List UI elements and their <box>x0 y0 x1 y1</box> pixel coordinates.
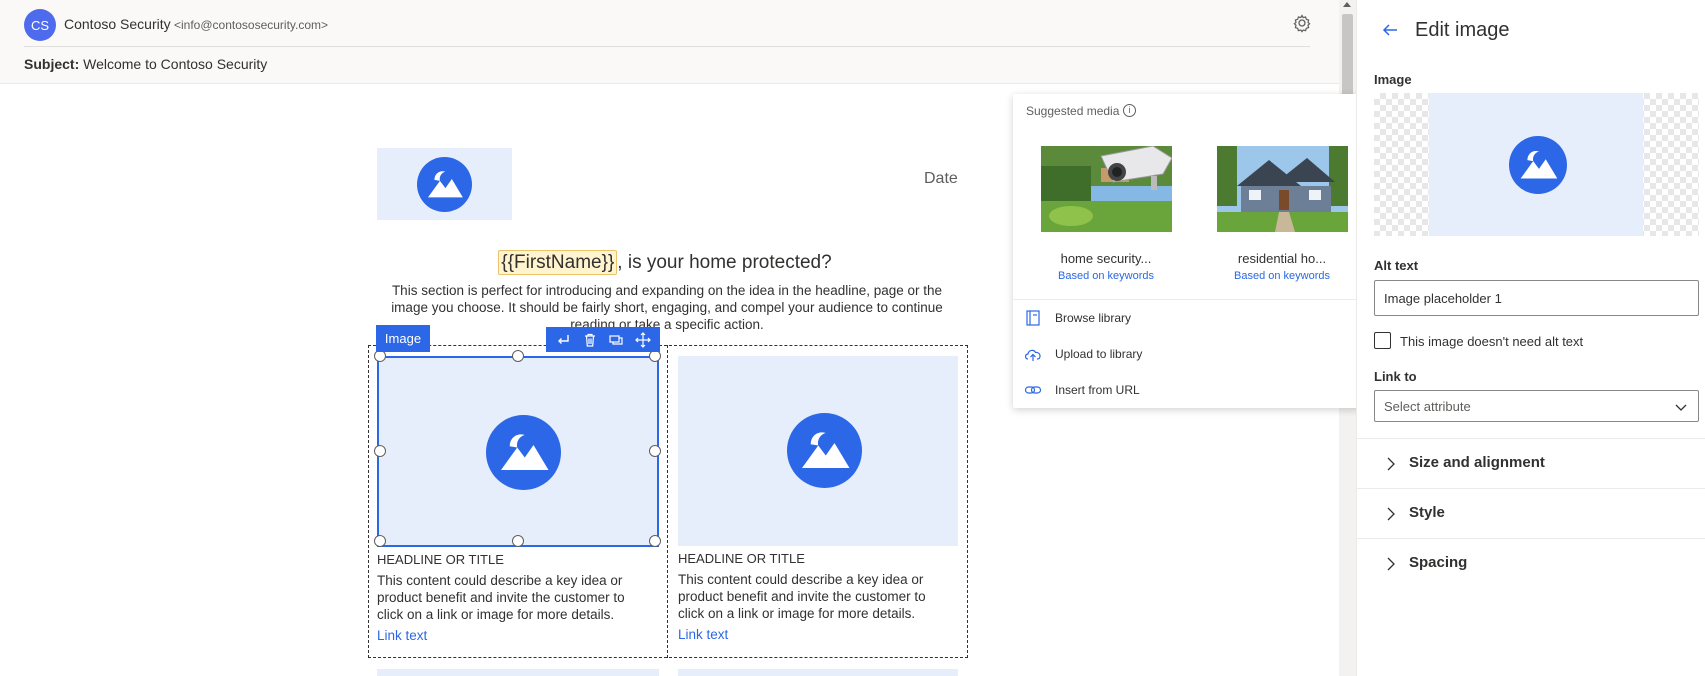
subject-label: Subject: <box>24 56 80 72</box>
email-header: CS Contoso Security <info@contososecurit… <box>0 0 1339 84</box>
panel-title: Edit image <box>1415 19 1510 41</box>
section-spacing[interactable]: Spacing <box>1357 538 1705 588</box>
image-preview-placeholder <box>1429 93 1643 236</box>
gear-icon[interactable] <box>1292 13 1312 33</box>
media-sub-1: Based on keywords <box>1058 270 1154 282</box>
edit-image-panel: Edit image Image Alt text This image doe… <box>1356 0 1705 676</box>
firstname-token[interactable]: {{FirstName}} <box>498 250 618 275</box>
insert-url-action[interactable]: Insert from URL <box>1023 379 1140 401</box>
scroll-up-arrow-icon[interactable] <box>1343 2 1351 7</box>
media-divider <box>1013 299 1372 300</box>
suggested-media-title: Suggested media <box>1026 104 1120 118</box>
media-thumb-house[interactable] <box>1217 146 1348 232</box>
back-arrow-icon[interactable] <box>1381 21 1399 39</box>
browse-library-action[interactable]: Browse library <box>1023 307 1131 329</box>
column-1-body[interactable]: This content could describe a key idea o… <box>377 572 647 623</box>
link-to-label: Link to <box>1374 369 1417 384</box>
link-to-placeholder: Select attribute <box>1384 398 1471 414</box>
image-placeholder-icon <box>787 413 862 488</box>
resize-handle-bottom-right[interactable] <box>649 535 661 547</box>
move-icon[interactable] <box>633 330 653 350</box>
email-designer: CS Contoso Security <info@contososecurit… <box>0 0 1705 676</box>
suggested-media-popup: Suggested media i home security... Based… <box>1013 94 1372 408</box>
delete-icon[interactable] <box>580 330 600 350</box>
image-placeholder-icon <box>486 415 561 490</box>
chevron-right-icon <box>1385 507 1397 521</box>
date-text: Date <box>924 170 958 187</box>
email-headline[interactable]: {{FirstName}}, is your home protected? <box>450 250 880 275</box>
image-placeholder-icon <box>1509 136 1567 194</box>
no-alt-text-checkbox[interactable] <box>1374 332 1391 349</box>
column-1-image[interactable] <box>377 356 659 547</box>
media-caption-1: home security... <box>1060 251 1152 266</box>
resize-handle-bottom[interactable] <box>512 535 524 547</box>
info-icon[interactable]: i <box>1123 104 1136 117</box>
image-placeholder-icon <box>417 157 472 212</box>
resize-handle-bottom-left[interactable] <box>374 535 386 547</box>
intro-paragraph[interactable]: This section is perfect for introducing … <box>377 282 957 333</box>
sender-email: <info@contososecurity.com> <box>174 18 329 32</box>
link-to-select[interactable]: Select attribute <box>1374 390 1699 422</box>
column-1-title[interactable]: HEADLINE OR TITLE <box>377 552 504 567</box>
image-toolbar <box>546 327 660 352</box>
cloud-upload-icon <box>1024 349 1041 361</box>
chevron-right-icon <box>1385 457 1397 471</box>
duplicate-icon[interactable] <box>606 330 626 350</box>
header-divider <box>24 46 1310 47</box>
resize-handle-right[interactable] <box>649 445 661 457</box>
no-alt-text-label: This image doesn't need alt text <box>1400 334 1584 349</box>
alt-text-input[interactable] <box>1374 280 1699 316</box>
library-icon <box>1026 310 1040 326</box>
headline-text: , is your home protected? <box>617 252 832 273</box>
insert-url-label: Insert from URL <box>1055 383 1140 397</box>
upload-library-label: Upload to library <box>1055 347 1143 361</box>
section-size-alignment-label: Size and alignment <box>1409 454 1545 471</box>
resize-handle-left[interactable] <box>374 445 386 457</box>
column-2-body[interactable]: This content could describe a key idea o… <box>678 571 948 622</box>
chevron-right-icon <box>1385 557 1397 571</box>
browse-library-label: Browse library <box>1055 311 1132 325</box>
section-spacing-label: Spacing <box>1409 554 1468 571</box>
resize-handle-top[interactable] <box>512 350 524 362</box>
media-sub-2: Based on keywords <box>1234 270 1330 282</box>
column-2-link[interactable]: Link text <box>678 627 728 642</box>
section-size-alignment[interactable]: Size and alignment <box>1357 438 1705 488</box>
link-icon <box>1024 386 1042 394</box>
column-divider <box>667 345 668 658</box>
chevron-down-icon <box>1674 400 1688 414</box>
logo-placeholder[interactable] <box>377 148 512 220</box>
sender-name: Contoso Security <box>64 16 171 32</box>
next-row-image-2[interactable] <box>678 669 958 676</box>
enter-icon[interactable] <box>553 330 573 350</box>
subject-line: Subject: Welcome to Contoso Security <box>24 56 267 72</box>
next-row-image-1[interactable] <box>377 669 659 676</box>
section-style[interactable]: Style <box>1357 488 1705 538</box>
avatar: CS <box>24 9 56 41</box>
upload-library-action[interactable]: Upload to library <box>1023 343 1142 365</box>
column-1-link[interactable]: Link text <box>377 628 427 643</box>
image-section-label: Image <box>1374 72 1412 87</box>
image-preview[interactable] <box>1374 93 1699 236</box>
column-2-title[interactable]: HEADLINE OR TITLE <box>678 551 805 566</box>
media-thumb-security-camera[interactable] <box>1041 146 1172 232</box>
subject-text: Welcome to Contoso Security <box>83 56 268 72</box>
column-2-image[interactable] <box>678 356 958 546</box>
image-block-label[interactable]: Image <box>376 325 430 352</box>
media-caption-2: residential ho... <box>1237 251 1327 266</box>
section-style-label: Style <box>1409 504 1445 521</box>
alt-text-label: Alt text <box>1374 258 1419 273</box>
